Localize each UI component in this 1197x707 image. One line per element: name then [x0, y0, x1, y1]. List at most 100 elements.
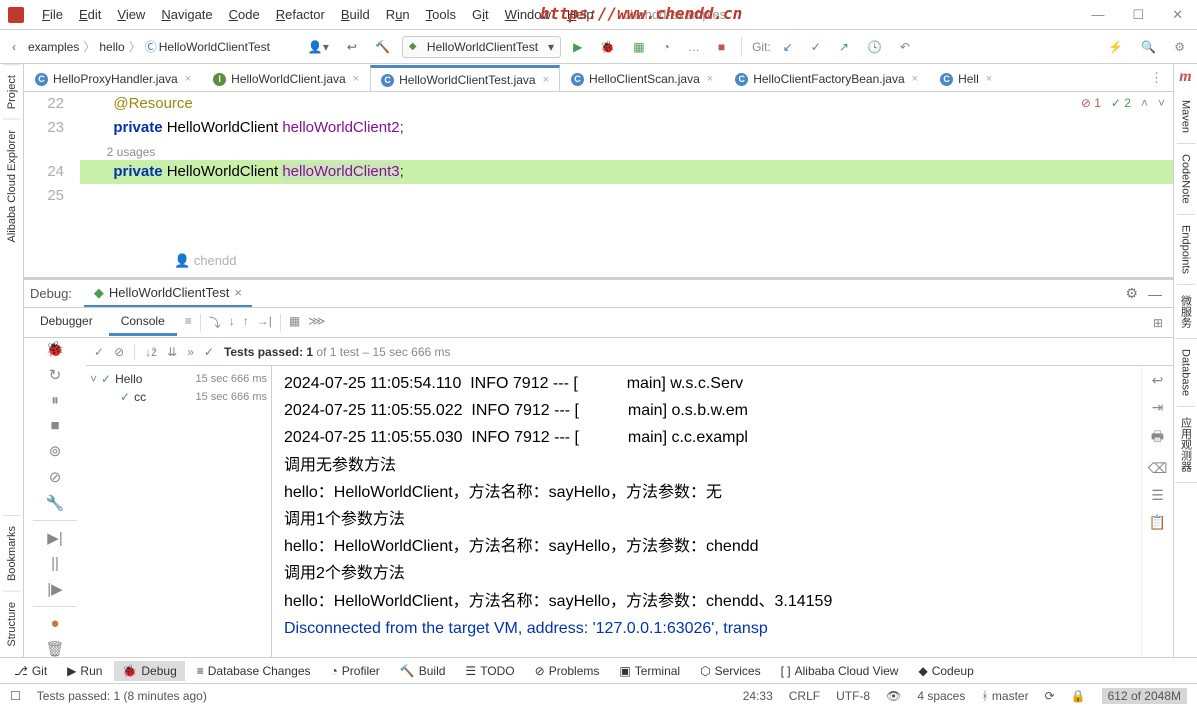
menu-tools[interactable]: Tools	[420, 4, 462, 25]
breadcrumb-item[interactable]: hello	[99, 40, 124, 54]
hammer-icon[interactable]: 🔨	[369, 37, 396, 57]
maximize-icon[interactable]: ☐	[1126, 5, 1150, 25]
close-icon[interactable]: ✕	[1166, 5, 1189, 25]
console-output[interactable]: 2024-07-25 11:05:54.110 INFO 7912 --- [ …	[272, 366, 1141, 657]
bottom-tab-database-changes[interactable]: ≡Database Changes	[189, 661, 319, 681]
sync-icon[interactable]: ⟳	[1045, 689, 1055, 703]
editor-tab[interactable]: CHell×	[929, 66, 1003, 91]
file-encoding[interactable]: UTF-8	[836, 689, 870, 703]
git-history-icon[interactable]: 🕓	[861, 37, 888, 57]
search-icon[interactable]: 🔍	[1135, 37, 1162, 57]
user-icon[interactable]: 👤▾	[302, 37, 335, 57]
run-to-cursor-icon[interactable]: →|	[257, 314, 272, 331]
git-update-icon[interactable]: ↙	[777, 37, 799, 57]
evaluate-icon[interactable]: ▦	[289, 314, 300, 331]
bottom-tab-profiler[interactable]: ◔Profiler	[323, 661, 388, 681]
menu-refactor[interactable]: Refactor	[270, 4, 331, 25]
trace-icon[interactable]: ⋙	[308, 314, 325, 331]
close-tab-icon[interactable]: ×	[234, 285, 242, 300]
editor-tab[interactable]: CHelloProxyHandler.java×	[24, 66, 202, 91]
test-tree-item[interactable]: ˅✓Hello15 sec 666 ms	[90, 370, 267, 388]
lock-icon[interactable]: 🔒	[1071, 689, 1086, 703]
git-commit-icon[interactable]: ✓	[805, 37, 827, 57]
step-out-icon[interactable]: ↑	[243, 314, 249, 331]
code-lines[interactable]: @Resource private HelloWorldClient hello…	[80, 92, 1173, 253]
bottom-tab-terminal[interactable]: ▣Terminal	[611, 661, 688, 681]
layout-icon[interactable]: ⊞	[1153, 316, 1173, 330]
editor-tab[interactable]: CHelloClientFactoryBean.java×	[724, 66, 929, 91]
close-tab-icon[interactable]: ×	[353, 73, 359, 85]
breadcrumb[interactable]: examples〉 hello〉 Ⓒ HelloWorldClientTest	[28, 38, 270, 55]
git-push-icon[interactable]: ↗	[833, 37, 855, 57]
close-tab-icon[interactable]: ×	[543, 74, 549, 86]
readonly-icon[interactable]: 👁	[886, 689, 901, 703]
settings-icon[interactable]: ⚙	[1168, 37, 1191, 57]
chevron-up-icon[interactable]: ˄	[1141, 96, 1148, 110]
run-icon[interactable]: ▶	[567, 37, 588, 57]
maven-icon[interactable]: m	[1179, 64, 1191, 90]
more-icon[interactable]: »	[187, 345, 194, 359]
scroll-end-icon[interactable]: ⇥	[1152, 399, 1164, 416]
step-over-icon[interactable]: ⤵	[209, 314, 221, 331]
check-icon[interactable]: ✓	[94, 345, 104, 359]
bottom-tab-todo[interactable]: ☰TODO	[457, 661, 522, 681]
editor-tab[interactable]: CHelloWorldClientTest.java×	[370, 65, 560, 92]
status-lock-icon[interactable]: ☐	[10, 689, 21, 703]
menu-git[interactable]: Git	[466, 4, 495, 25]
menu-view[interactable]: View	[111, 4, 151, 25]
stop-debug-icon[interactable]: ■	[50, 417, 59, 434]
debug-hide-icon[interactable]: —	[1143, 284, 1167, 304]
run-config-dropdown[interactable]: HelloWorldClientTest	[402, 36, 561, 58]
bottom-tab-codeup[interactable]: ◆Codeup	[910, 661, 981, 681]
debugger-tab[interactable]: Debugger	[28, 309, 105, 336]
stop-icon[interactable]: ■	[712, 37, 731, 57]
profile-icon[interactable]: ◔	[657, 37, 676, 57]
soft-wrap-icon[interactable]: ↩	[1152, 372, 1164, 389]
more-tabs-icon[interactable]: ⋮	[1140, 65, 1173, 91]
code-editor[interactable]: ⊘ 1 ✓ 2 ˄ ˅ 22232425 @Resource private H…	[24, 92, 1173, 253]
tool-tab-bookmarks[interactable]: Bookmarks	[3, 515, 21, 591]
mute-breakpoints-icon[interactable]: ⊘	[49, 468, 62, 486]
print-icon[interactable]: 🖶	[1151, 426, 1164, 450]
tool-tab-structure[interactable]: Structure	[3, 591, 21, 657]
close-tab-icon[interactable]: ×	[707, 73, 713, 85]
caret-position[interactable]: 24:33	[743, 689, 773, 703]
frames-icon[interactable]: ||	[51, 555, 59, 572]
pin-icon[interactable]: ▶|	[47, 529, 62, 547]
gc-icon[interactable]: 🗑	[45, 640, 64, 658]
memory-indicator[interactable]: 612 of 2048M	[1102, 688, 1187, 704]
breadcrumb-item[interactable]: examples	[28, 40, 79, 54]
filter-console-icon[interactable]: ☰	[1151, 487, 1164, 504]
tool-tab-codenote[interactable]: CodeNote	[1177, 144, 1195, 215]
console-tab[interactable]: Console	[109, 309, 177, 336]
minimize-icon[interactable]: —	[1085, 5, 1110, 25]
bottom-tab-alibaba-cloud-view[interactable]: [ ]Alibaba Cloud View	[773, 661, 907, 681]
warning-count[interactable]: ✓ 2	[1111, 96, 1131, 110]
git-rollback-icon[interactable]: ↶	[894, 37, 916, 57]
menu-file[interactable]: File	[36, 4, 69, 25]
close-tab-icon[interactable]: ×	[912, 73, 918, 85]
back-arrow-icon[interactable]: ↩	[341, 37, 363, 57]
tool-tab-observer[interactable]: 应用观测器	[1175, 407, 1197, 483]
menu-run[interactable]: Run	[380, 4, 416, 25]
menu-navigate[interactable]: Navigate	[155, 4, 218, 25]
indent[interactable]: 4 spaces	[917, 689, 965, 703]
menu-code[interactable]: Code	[223, 4, 266, 25]
tool-tab-maven[interactable]: Maven	[1177, 90, 1195, 144]
tool-tab-alibaba[interactable]: Alibaba Cloud Explorer	[3, 119, 21, 253]
editor-tab[interactable]: IHelloWorldClient.java×	[202, 66, 370, 91]
close-tab-icon[interactable]: ×	[986, 73, 992, 85]
bottom-tab-build[interactable]: 🔨Build	[392, 661, 454, 681]
git-branch[interactable]: ᚼ master	[981, 689, 1028, 703]
menu-window[interactable]: Window	[499, 4, 557, 25]
tool-tab-database[interactable]: Database	[1177, 339, 1195, 407]
test-tree[interactable]: ˅✓Hello15 sec 666 ms✓cc15 sec 666 ms	[86, 366, 272, 657]
nav-back-icon[interactable]: ‹	[6, 37, 22, 57]
bottom-tab-services[interactable]: ⬡Services	[692, 661, 769, 681]
bottom-tab-problems[interactable]: ⊘Problems	[527, 661, 608, 681]
thread-dump-icon[interactable]: |▶	[47, 580, 62, 598]
pause-icon[interactable]: ⏸	[51, 392, 59, 409]
settings-debug-icon[interactable]: 🔧	[46, 494, 65, 512]
line-separator[interactable]: CRLF	[789, 689, 820, 703]
warning-icon[interactable]: ⚡	[1102, 37, 1129, 57]
